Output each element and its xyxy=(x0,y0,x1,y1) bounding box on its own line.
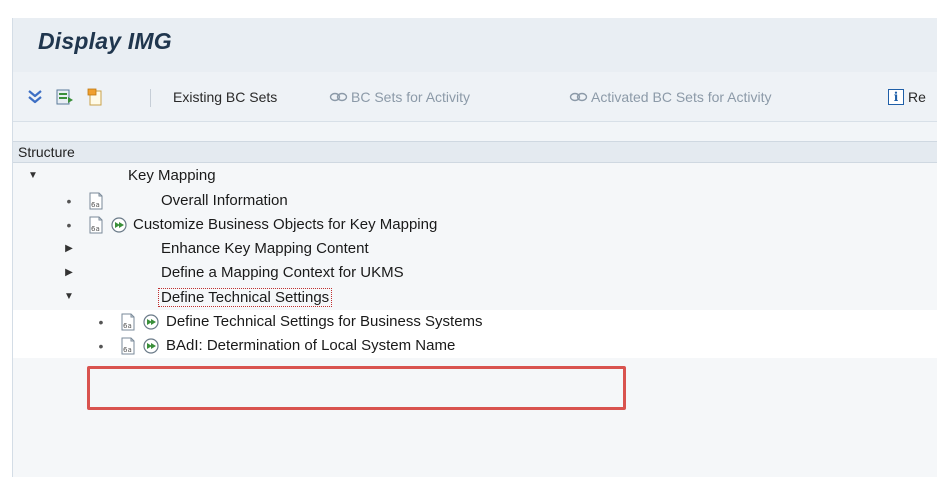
bullet-icon: • xyxy=(98,338,104,354)
structure-tree: Structure ▼ Key Mapping • 6a Overall Inf… xyxy=(13,141,937,477)
toolbar: Existing BC Sets BC Sets for Activity Ac… xyxy=(13,72,937,122)
toolbar-separator xyxy=(150,89,151,107)
bc-sets-for-activity-button[interactable]: BC Sets for Activity xyxy=(329,86,470,108)
page-title: Display IMG xyxy=(38,28,172,54)
title-bar: Display IMG xyxy=(13,18,937,72)
tree-node-overall-information[interactable]: • 6a Overall Information xyxy=(13,189,937,213)
release-notes-button[interactable]: i Re xyxy=(888,86,926,108)
bullet-icon: • xyxy=(66,217,72,233)
activated-bc-sets-label: Activated BC Sets for Activity xyxy=(591,89,772,105)
bullet-icon: • xyxy=(98,314,104,330)
tree-node-technical-settings-business-systems[interactable]: • 6a Define Technical Settings for Busin… xyxy=(13,310,937,334)
bullet-icon: • xyxy=(66,193,72,209)
transport-button[interactable] xyxy=(55,86,75,108)
svg-text:6a: 6a xyxy=(91,225,100,233)
documentation-icon[interactable]: 6a xyxy=(119,313,137,331)
expand-triangle-icon[interactable]: ▶ xyxy=(64,237,74,261)
activated-bc-set-link-icon xyxy=(569,90,589,104)
svg-text:6a: 6a xyxy=(123,322,132,330)
svg-text:6a: 6a xyxy=(123,346,132,354)
tree-node-label: Overall Information xyxy=(161,192,288,209)
tree-node-customize-business-objects[interactable]: • 6a Customize Business Objects for Key … xyxy=(13,213,937,237)
tree-node-badi-local-system-name[interactable]: • 6a BAdI: Determination of Local System… xyxy=(13,334,937,358)
document-icon xyxy=(85,87,105,107)
documentation-icon[interactable]: 6a xyxy=(87,216,105,234)
tree-node-label: Define Technical Settings xyxy=(158,288,333,307)
tree-node-label: Enhance Key Mapping Content xyxy=(161,240,369,257)
tree-header-label: Structure xyxy=(18,144,75,160)
tree-node-label: Customize Business Objects for Key Mappi… xyxy=(133,216,438,233)
execute-activity-icon[interactable] xyxy=(110,216,128,234)
collapse-triangle-icon[interactable]: ▼ xyxy=(64,285,74,309)
activated-bc-sets-button[interactable]: Activated BC Sets for Activity xyxy=(569,86,772,108)
tree-node-label: BAdI: Determination of Local System Name xyxy=(166,337,456,354)
expand-all-icon xyxy=(25,87,45,107)
bc-sets-for-activity-label: BC Sets for Activity xyxy=(351,89,471,105)
red-highlight-box xyxy=(87,366,626,410)
documentation-icon[interactable]: 6a xyxy=(119,337,137,355)
tree-node-define-mapping-context[interactable]: ▶ Define a Mapping Context for UKMS xyxy=(13,261,937,285)
bc-set-link-icon xyxy=(329,90,349,104)
expand-all-button[interactable] xyxy=(25,86,45,108)
tree-node-label: Define a Mapping Context for UKMS xyxy=(161,264,404,281)
existing-bc-sets-label: Existing BC Sets xyxy=(173,89,278,105)
document-button[interactable] xyxy=(85,86,105,108)
tree-node-label: Define Technical Settings for Business S… xyxy=(166,313,483,330)
tree-header: Structure xyxy=(13,141,937,163)
tree-node-enhance-key-mapping[interactable]: ▶ Enhance Key Mapping Content xyxy=(13,237,937,261)
svg-text:6a: 6a xyxy=(91,201,100,209)
transport-icon xyxy=(55,87,75,107)
tree-node-define-technical-settings[interactable]: ▼ Define Technical Settings xyxy=(13,285,937,309)
existing-bc-sets-button[interactable]: Existing BC Sets xyxy=(173,86,277,108)
info-icon: i xyxy=(888,89,904,105)
execute-activity-icon[interactable] xyxy=(142,337,160,355)
expand-triangle-icon[interactable]: ▶ xyxy=(64,261,74,285)
tree-node-key-mapping[interactable]: ▼ Key Mapping xyxy=(13,164,937,188)
release-notes-label: Re xyxy=(908,89,926,105)
documentation-icon[interactable]: 6a xyxy=(87,192,105,210)
collapse-triangle-icon[interactable]: ▼ xyxy=(28,164,38,188)
tree-node-label: Key Mapping xyxy=(128,167,216,184)
execute-activity-icon[interactable] xyxy=(142,313,160,331)
